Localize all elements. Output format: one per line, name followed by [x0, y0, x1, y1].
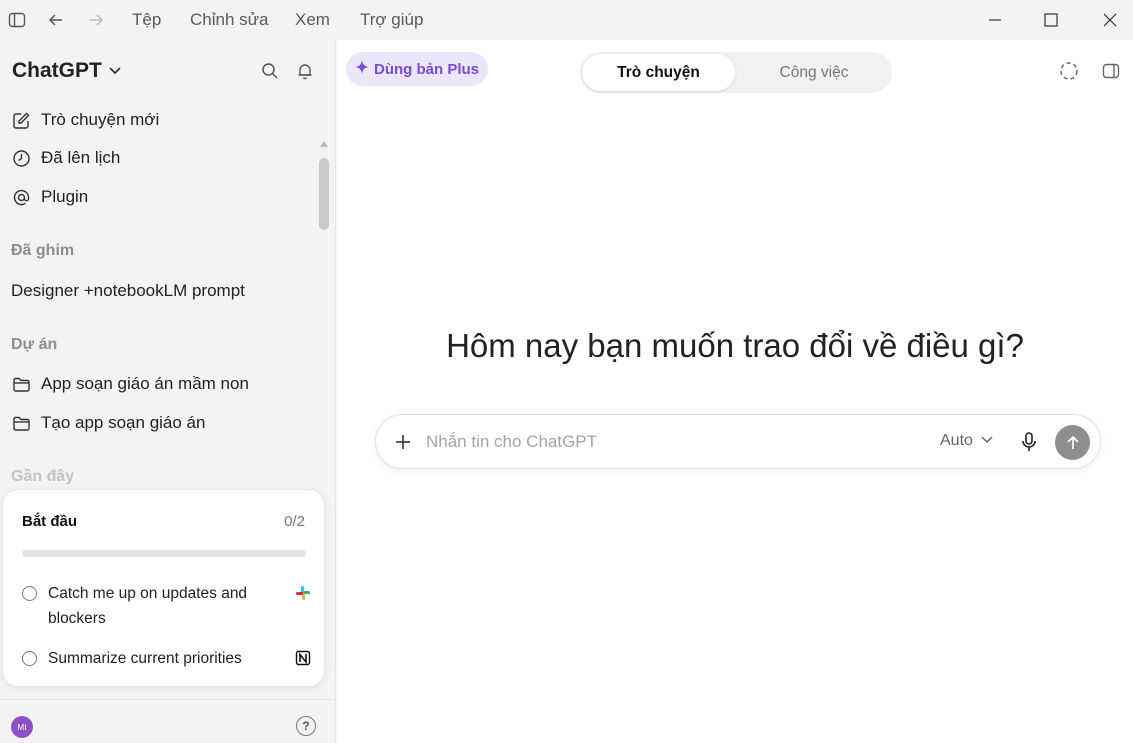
message-input[interactable] [426, 425, 906, 459]
menu-help[interactable]: Trợ giúp [360, 10, 423, 30]
upgrade-label: Dùng bản Plus [374, 60, 479, 78]
notion-icon [294, 649, 312, 667]
welcome-headline: Hôm nay bạn muốn trao đổi về điều gì? [446, 327, 1024, 364]
project-label: App soạn giáo án mầm non [41, 374, 249, 393]
onboarding-card: Bắt đầu 0/2 Catch me up on updates and b… [2, 489, 325, 687]
menu-edit[interactable]: Chỉnh sửa [190, 10, 268, 30]
tab-chat[interactable]: Trò chuyện [582, 54, 735, 91]
task-label: Summarize current priorities [48, 650, 242, 667]
slack-icon [294, 584, 312, 602]
send-button[interactable] [1055, 425, 1090, 460]
scroll-up-arrow-icon[interactable] [319, 141, 329, 149]
pinned-chat-label: Designer +notebookLM prompt [11, 281, 245, 300]
model-select[interactable]: Auto [940, 432, 993, 450]
back-arrow-icon[interactable] [45, 9, 67, 31]
onboarding-task[interactable]: Catch me up on updates and blockers [22, 581, 312, 631]
avatar[interactable]: MI [11, 716, 33, 738]
nav-label: Đã lên lịch [41, 148, 121, 167]
projects-section-title: Dự án [11, 336, 58, 353]
chevron-down-icon [981, 432, 993, 450]
help-icon[interactable]: ? [296, 716, 316, 736]
nav-scheduled[interactable]: Đã lên lịch [11, 145, 120, 171]
upgrade-plus-button[interactable]: Dùng bản Plus [346, 52, 488, 86]
bell-icon[interactable] [294, 60, 316, 82]
onboarding-count: 0/2 [284, 513, 305, 530]
temporary-chat-icon[interactable] [1058, 60, 1080, 82]
maximize-button[interactable] [1037, 6, 1065, 34]
folder-icon [11, 413, 31, 433]
close-button[interactable] [1096, 6, 1124, 34]
forward-arrow-icon[interactable] [85, 9, 107, 31]
pinned-section-title: Đã ghim [11, 242, 75, 259]
menu-file[interactable]: Tệp [132, 10, 161, 30]
search-icon[interactable] [259, 60, 281, 82]
onboarding-task[interactable]: Summarize current priorities [22, 646, 312, 671]
microphone-icon[interactable] [1017, 430, 1041, 454]
sidebar: ChatGPT Trò chuyện mới Đã lên lịch Plugi… [0, 40, 336, 743]
minimize-button[interactable] [981, 6, 1009, 34]
task-label: Catch me up on updates and blockers [48, 585, 248, 627]
tab-tasks[interactable]: Công việc [738, 54, 890, 91]
message-composer: Auto [375, 414, 1101, 469]
task-radio[interactable] [22, 586, 37, 601]
sidebar-footer: MI ? [0, 699, 336, 743]
compose-icon [11, 110, 31, 130]
brand-name: ChatGPT [12, 59, 102, 82]
model-switcher[interactable]: ChatGPT [12, 59, 122, 83]
nav-plugins[interactable]: Plugin [11, 184, 88, 210]
project-item[interactable]: App soạn giáo án mầm non [11, 371, 249, 397]
mode-tabs: Trò chuyện Công việc [580, 52, 892, 93]
nav-label: Trò chuyện mới [41, 110, 160, 129]
nav-label: Plugin [41, 187, 89, 206]
arrow-up-icon [1066, 435, 1079, 449]
model-select-value: Auto [940, 432, 973, 449]
sparkle-icon [355, 60, 369, 78]
project-label: Tạo app soạn giáo án [41, 413, 206, 432]
pinned-chat-item[interactable]: Designer +notebookLM prompt [11, 278, 245, 304]
title-bar: Tệp Chỉnh sửa Xem Trợ giúp [0, 0, 1133, 40]
chevron-down-icon [108, 59, 122, 83]
main-panel: Dùng bản Plus Trò chuyện Công việc Hôm n… [337, 40, 1133, 743]
folder-icon [11, 374, 31, 394]
menu-view[interactable]: Xem [295, 10, 330, 30]
sidebar-scrollbar[interactable] [319, 158, 329, 230]
recent-section-title: Gần đây [11, 468, 75, 485]
at-sign-icon [11, 187, 31, 207]
task-radio[interactable] [22, 651, 37, 666]
side-panel-icon[interactable] [1100, 60, 1122, 82]
onboarding-progress-bar [22, 550, 306, 557]
onboarding-title: Bắt đầu [22, 513, 78, 530]
project-item[interactable]: Tạo app soạn giáo án [11, 410, 205, 436]
plus-icon[interactable] [392, 431, 414, 453]
sidebar-toggle-icon[interactable] [6, 9, 28, 31]
nav-new-chat[interactable]: Trò chuyện mới [11, 107, 159, 133]
clock-icon [11, 148, 31, 168]
